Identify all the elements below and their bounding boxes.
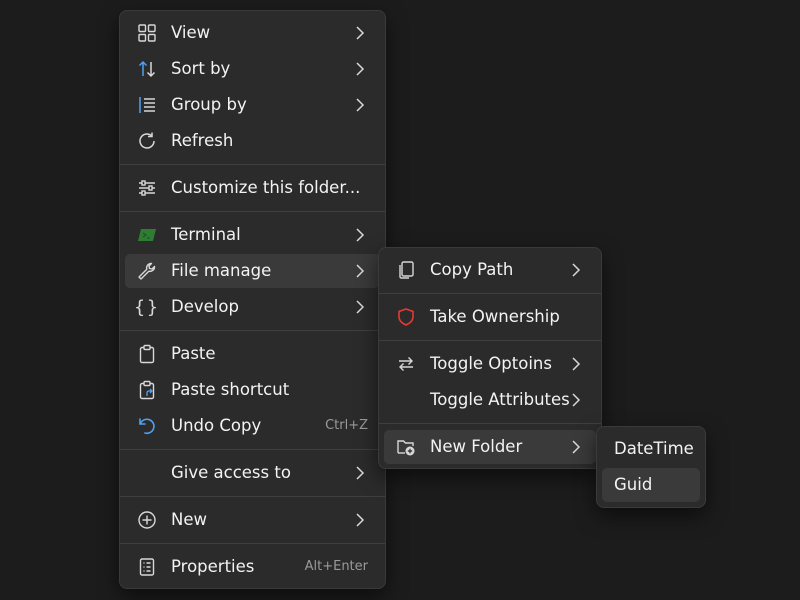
separator <box>120 449 385 450</box>
file-manage-submenu: Copy Path Take Ownership Toggle Optoins … <box>378 247 602 469</box>
chevron-right-icon <box>352 25 368 41</box>
plus-circle-icon <box>137 510 157 530</box>
separator <box>120 543 385 544</box>
menu-item-label: Copy Path <box>430 260 514 279</box>
menu-item-terminal[interactable]: Terminal <box>125 218 380 252</box>
sliders-icon <box>137 178 157 198</box>
grid-view-icon <box>137 23 157 43</box>
new-folder-icon <box>396 437 416 457</box>
chevron-right-icon <box>352 465 368 481</box>
menu-item-guid[interactable]: Guid <box>602 468 700 502</box>
chevron-right-icon <box>568 262 584 278</box>
menu-item-datetime[interactable]: DateTime <box>602 432 700 466</box>
menu-item-new[interactable]: New <box>125 503 380 537</box>
undo-icon <box>137 416 157 436</box>
menu-item-customize-folder[interactable]: Customize this folder... <box>125 171 380 205</box>
separator <box>120 496 385 497</box>
menu-item-label: Group by <box>171 95 247 114</box>
menu-item-label: New <box>171 510 207 529</box>
sort-arrows-icon <box>137 59 157 79</box>
chevron-right-icon <box>352 61 368 77</box>
menu-item-label: Take Ownership <box>430 307 560 326</box>
menu-item-label: Give access to <box>171 463 291 482</box>
refresh-icon <box>137 131 157 151</box>
chevron-right-icon <box>352 512 368 528</box>
clipboard-icon <box>137 344 157 364</box>
shortcut-label: Ctrl+Z <box>325 418 368 433</box>
menu-item-undo-copy[interactable]: Undo Copy Ctrl+Z <box>125 409 380 443</box>
menu-item-label: Paste <box>171 344 216 363</box>
menu-item-label: Undo Copy <box>171 416 262 435</box>
menu-item-toggle-options[interactable]: Toggle Optoins <box>384 347 596 381</box>
shield-icon <box>396 307 416 327</box>
menu-item-label: Properties <box>171 557 255 576</box>
clipboard-shortcut-icon <box>137 380 157 400</box>
new-folder-submenu: DateTime Guid <box>596 426 706 508</box>
menu-item-group-by[interactable]: Group by <box>125 88 380 122</box>
menu-item-develop[interactable]: {} Develop <box>125 290 380 324</box>
menu-item-label: Toggle Attributes <box>430 390 570 409</box>
terminal-icon <box>137 225 157 245</box>
separator <box>379 293 601 294</box>
menu-item-label: New Folder <box>430 437 523 456</box>
chevron-right-icon <box>352 299 368 315</box>
menu-item-view[interactable]: View <box>125 16 380 50</box>
menu-item-paste-shortcut[interactable]: Paste shortcut <box>125 373 380 407</box>
menu-item-take-ownership[interactable]: Take Ownership <box>384 300 596 334</box>
menu-item-paste[interactable]: Paste <box>125 337 380 371</box>
context-menu: View Sort by Group by Refresh Customize … <box>119 10 386 589</box>
chevron-right-icon <box>352 227 368 243</box>
menu-item-toggle-attributes[interactable]: Toggle Attributes <box>384 383 596 417</box>
separator <box>379 423 601 424</box>
menu-item-label: Sort by <box>171 59 231 78</box>
wrench-icon <box>137 261 157 281</box>
menu-item-copy-path[interactable]: Copy Path <box>384 253 596 287</box>
separator <box>120 164 385 165</box>
menu-item-give-access[interactable]: Give access to <box>125 456 380 490</box>
menu-item-properties[interactable]: Properties Alt+Enter <box>125 550 380 584</box>
menu-item-label: Refresh <box>171 131 234 150</box>
menu-item-label: View <box>171 23 211 42</box>
separator <box>120 211 385 212</box>
chevron-right-icon <box>568 439 584 455</box>
menu-item-new-folder[interactable]: New Folder <box>384 430 596 464</box>
separator <box>379 340 601 341</box>
menu-item-refresh[interactable]: Refresh <box>125 124 380 158</box>
chevron-right-icon <box>352 263 368 279</box>
group-list-icon <box>137 95 157 115</box>
chevron-right-icon <box>568 392 584 408</box>
menu-item-label: File manage <box>171 261 272 280</box>
separator <box>120 330 385 331</box>
braces-icon: {} <box>134 296 160 318</box>
shortcut-label: Alt+Enter <box>304 559 368 574</box>
menu-item-label: DateTime <box>614 439 694 458</box>
properties-icon <box>137 557 157 577</box>
menu-item-label: Develop <box>171 297 239 316</box>
menu-item-label: Paste shortcut <box>171 380 290 399</box>
menu-item-label: Guid <box>614 475 653 494</box>
menu-item-sort-by[interactable]: Sort by <box>125 52 380 86</box>
menu-item-file-manage[interactable]: File manage <box>125 254 380 288</box>
chevron-right-icon <box>352 97 368 113</box>
menu-item-label: Terminal <box>171 225 241 244</box>
menu-item-label: Toggle Optoins <box>430 354 552 373</box>
copy-icon <box>396 260 416 280</box>
menu-item-label: Customize this folder... <box>171 178 361 197</box>
swap-arrows-icon <box>396 354 416 374</box>
chevron-right-icon <box>568 356 584 372</box>
